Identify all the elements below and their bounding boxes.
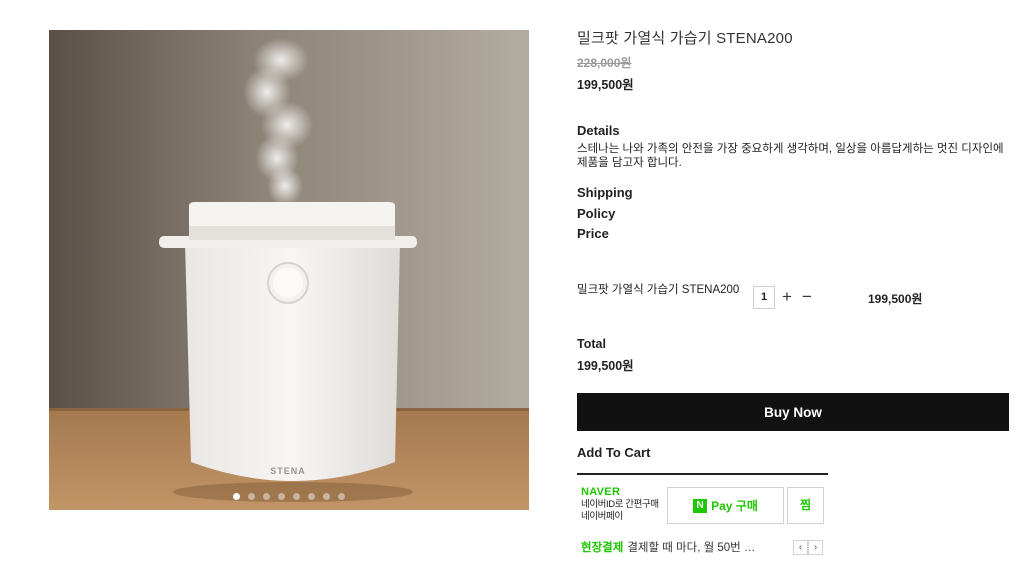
- gallery-dot[interactable]: [248, 493, 255, 500]
- brand-logo-text: STENA: [270, 466, 306, 476]
- notice-tag: 현장결제: [581, 542, 624, 554]
- selected-option-name: 밀크팟 가열식 가습기 STENA200: [577, 284, 740, 296]
- gallery-dot[interactable]: [263, 493, 270, 500]
- naver-pay-desc-line1: 네이버ID로 간편구매: [581, 499, 659, 510]
- original-price: 228,000원: [577, 56, 632, 70]
- naver-pay-section: NAVER 네이버ID로 간편구매 네이버페이 N Pay 구매 찜: [577, 473, 828, 527]
- notice-next-button[interactable]: ›: [808, 540, 823, 555]
- naver-n-icon: N: [693, 498, 708, 513]
- shipping-link[interactable]: Shipping: [577, 185, 633, 200]
- sale-price: 199,500원: [577, 78, 634, 92]
- naver-pay-description: 네이버ID로 간편구매 네이버페이: [581, 499, 659, 523]
- naver-pay-buy-button[interactable]: N Pay 구매: [667, 487, 784, 524]
- naver-pay-notice: 현장결제 결제할 때 마다, 월 50번 …: [581, 539, 828, 555]
- quantity-input[interactable]: 1: [753, 286, 775, 309]
- product-photo: STENA: [49, 30, 529, 510]
- notice-text: 결제할 때 마다, 월 50번 …: [627, 542, 756, 554]
- gallery-dot[interactable]: [338, 493, 345, 500]
- naver-pay-buy-label: Pay 구매: [711, 499, 758, 513]
- gallery-dot[interactable]: [233, 493, 240, 500]
- total-price: 199,500원: [577, 359, 634, 373]
- notice-prev-button[interactable]: ‹: [793, 540, 808, 555]
- details-heading: Details: [577, 123, 620, 138]
- gallery-pagination: [49, 493, 529, 500]
- gallery-dot[interactable]: [308, 493, 315, 500]
- quantity-decrease-button[interactable]: −: [802, 287, 812, 307]
- naver-logo: NAVER: [581, 486, 621, 498]
- gallery-dot[interactable]: [323, 493, 330, 500]
- details-description: 스테나는 나와 가족의 안전을 가장 중요하게 생각하며, 일상을 아름답게하는…: [577, 143, 1004, 169]
- product-title: 밀크팟 가열식 가습기 STENA200: [577, 30, 793, 47]
- price-link[interactable]: Price: [577, 226, 609, 241]
- option-price: 199,500원: [868, 292, 923, 306]
- product-image-gallery[interactable]: STENA: [49, 30, 529, 510]
- naver-pay-desc-line2: 네이버페이: [581, 511, 623, 522]
- gallery-dot[interactable]: [278, 493, 285, 500]
- quantity-increase-button[interactable]: +: [782, 287, 792, 307]
- buy-now-button[interactable]: Buy Now: [577, 393, 1009, 431]
- notice-pager: ‹ ›: [793, 540, 823, 555]
- gallery-dot[interactable]: [293, 493, 300, 500]
- add-to-cart-button[interactable]: Add To Cart: [577, 445, 650, 460]
- policy-link[interactable]: Policy: [577, 206, 615, 221]
- naver-wish-button[interactable]: 찜: [787, 487, 824, 524]
- total-label: Total: [577, 337, 606, 351]
